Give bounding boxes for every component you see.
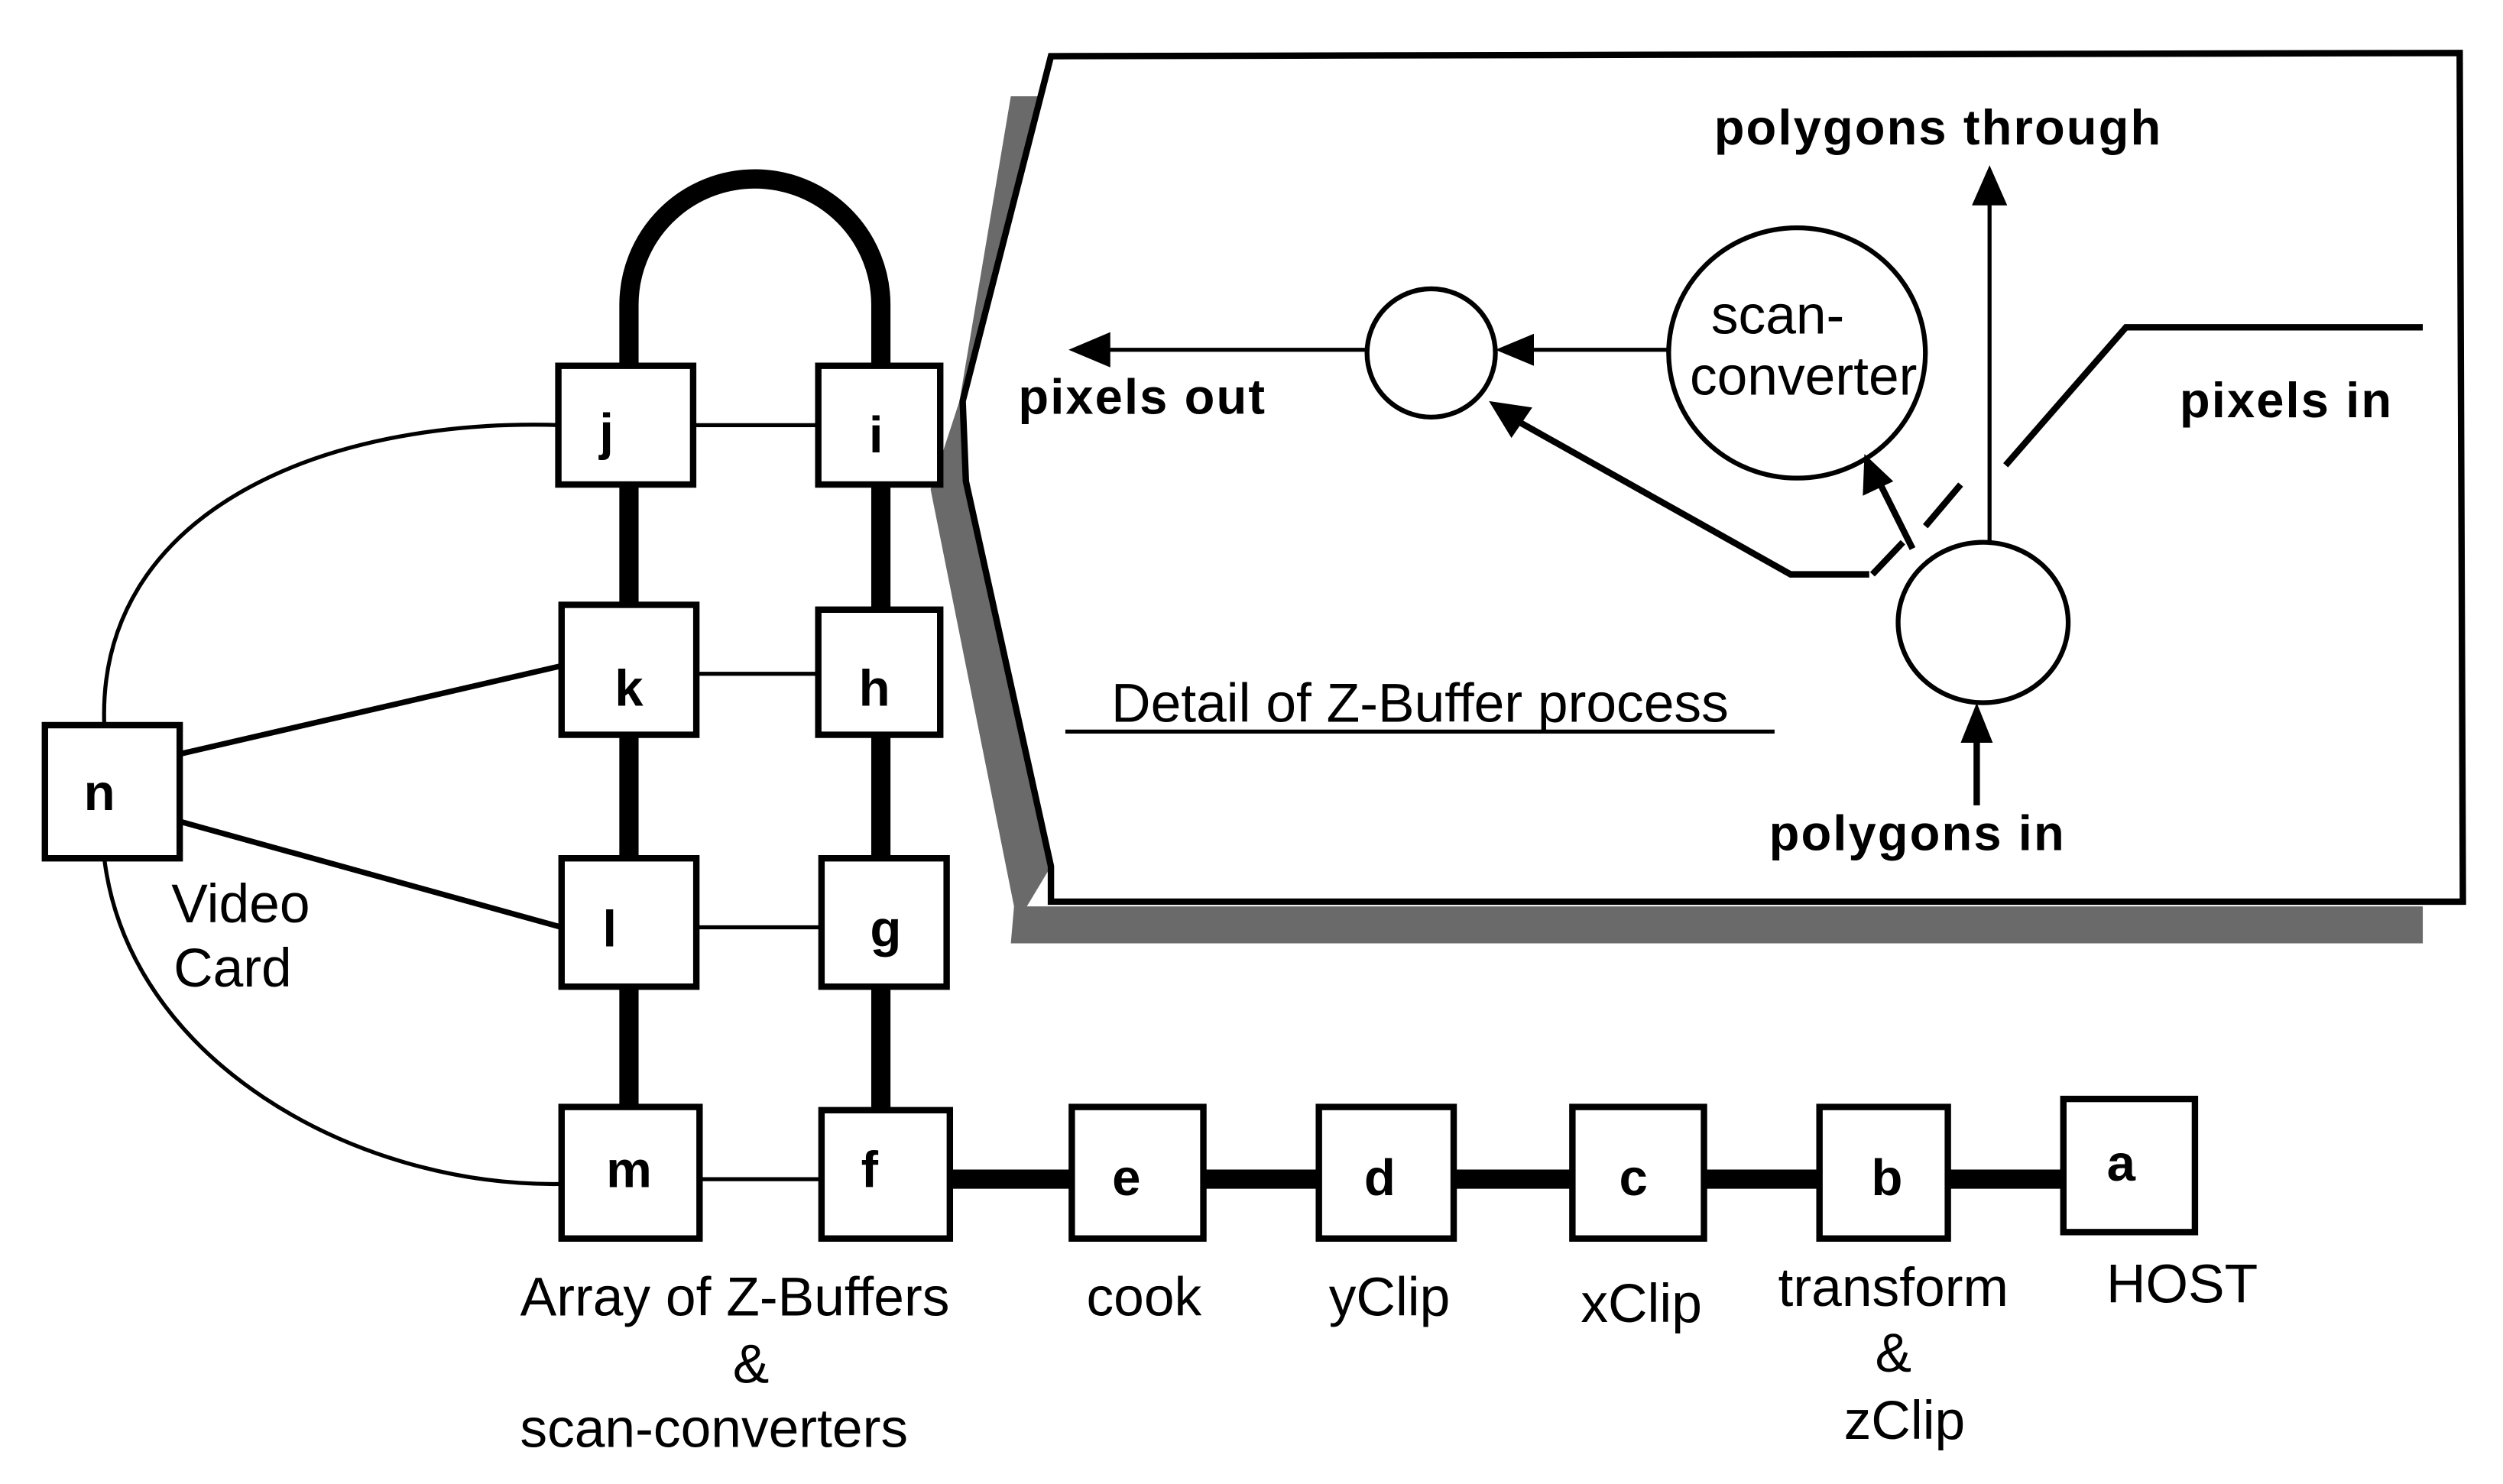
polygons-through-label: polygons through <box>1714 99 2163 155</box>
node-i-label: i <box>869 407 884 464</box>
xclip-caption: xClip <box>1581 1273 1702 1334</box>
node-l-label: l <box>602 901 617 958</box>
node-e-label: e <box>1112 1149 1140 1207</box>
node-l <box>558 855 700 990</box>
detail-panel <box>959 50 2466 906</box>
polygons-in-label: polygons in <box>1769 805 2066 861</box>
node-a-label: a <box>2107 1135 2136 1192</box>
scan-converter-label-1: scan- <box>1711 285 1845 346</box>
node-g-label: g <box>870 901 901 958</box>
node-f-label: f <box>861 1142 879 1199</box>
video-card-caption-1: Video <box>171 873 310 935</box>
input-circle <box>1895 539 2071 705</box>
link-n-k <box>179 663 563 757</box>
array-caption-3: scan-converters <box>520 1398 908 1460</box>
node-d-label: d <box>1364 1149 1396 1207</box>
cook-caption: cook <box>1086 1267 1201 1328</box>
node-k-label: k <box>614 660 644 718</box>
array-caption-2: & <box>733 1334 770 1395</box>
pixels-in-label: pixels in <box>2180 372 2393 428</box>
transform-caption-2: & <box>1875 1323 1911 1384</box>
z-compare-circle <box>1364 286 1498 420</box>
video-card-caption-2: Card <box>173 938 292 999</box>
node-j-label: j <box>598 403 614 461</box>
pixels-out-label: pixels out <box>1018 369 1266 425</box>
node-b-label: b <box>1871 1149 1902 1207</box>
host-caption: HOST <box>2106 1254 2258 1315</box>
z-buffer-pipeline-diagram: polygons through scan- converter pixels … <box>41 50 2466 1460</box>
scan-converter-label-2: converter <box>1690 345 1917 407</box>
node-c-label: c <box>1619 1149 1647 1207</box>
ring-arch <box>619 169 891 369</box>
transform-caption-1: transform <box>1778 1257 2009 1318</box>
node-n-label: n <box>84 764 115 821</box>
array-caption-1: Array of Z-Buffers <box>520 1267 950 1328</box>
node-h-label: h <box>859 660 890 718</box>
node-j <box>555 362 697 488</box>
detail-title: Detail of Z-Buffer process <box>1111 673 1729 734</box>
yclip-caption: yClip <box>1329 1267 1451 1328</box>
node-f <box>818 1107 954 1242</box>
transform-caption-3: zClip <box>1844 1390 1966 1451</box>
node-m-label: m <box>606 1142 652 1199</box>
